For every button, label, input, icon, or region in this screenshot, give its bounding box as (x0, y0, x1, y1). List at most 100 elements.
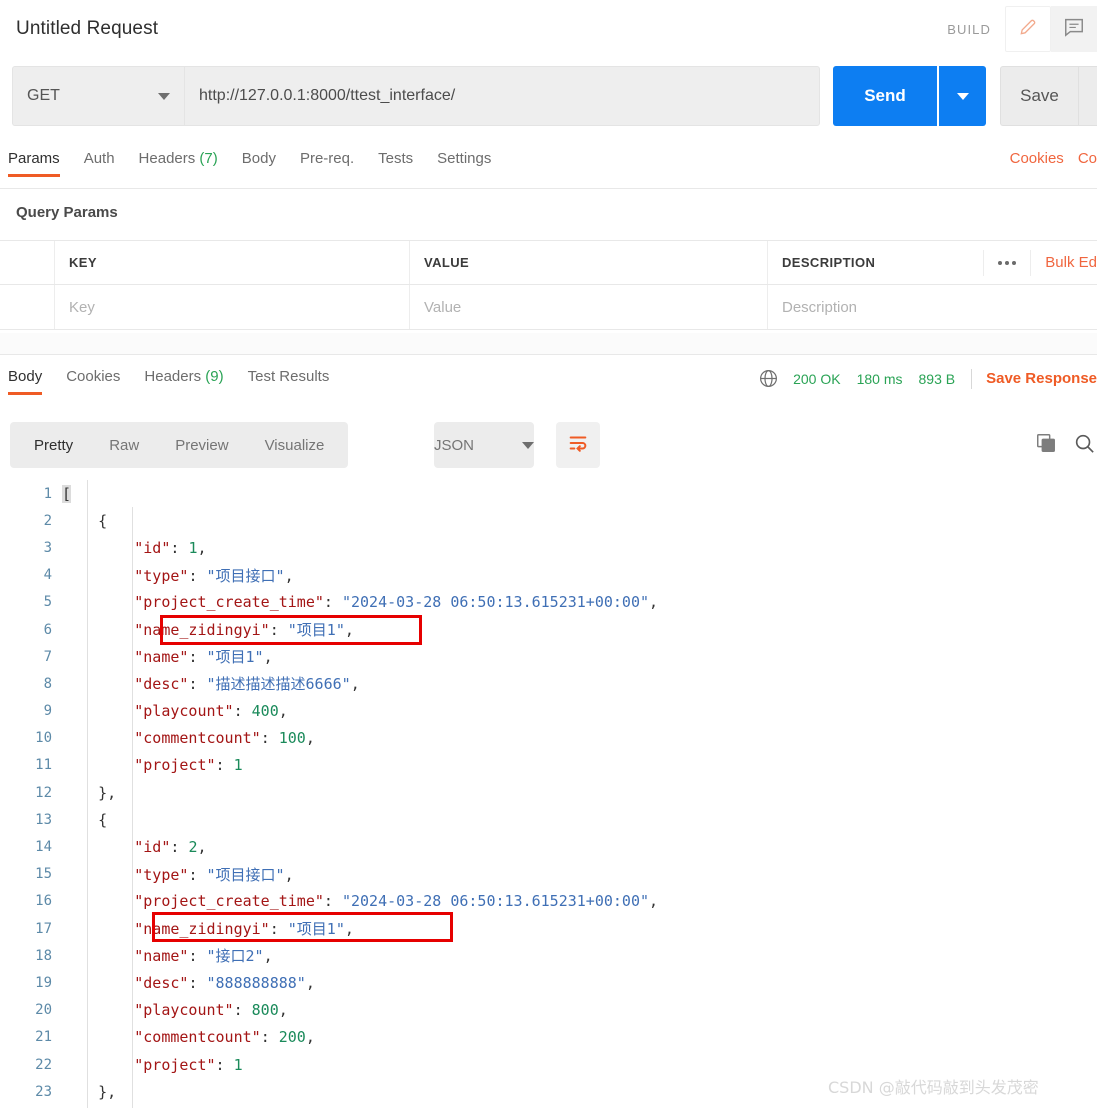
token-str: "项目1" (287, 621, 345, 640)
headers-count-badge: (7) (199, 150, 218, 167)
tab-settings[interactable]: Settings (437, 150, 491, 177)
code-line: 21 "commentcount": 200, (0, 1024, 1097, 1051)
line-number: 7 (43, 648, 52, 665)
token-punct: : (170, 538, 189, 557)
line-content: "project": 1 (62, 1056, 1097, 1074)
tab-label: Body (241, 150, 276, 167)
code-line: 16 "project_create_time": "2024-03-28 06… (0, 888, 1097, 915)
code-line: 14 "id": 2, (0, 833, 1097, 860)
cookies-link[interactable]: Cookies (1010, 150, 1064, 167)
request-tabs-links: Cookies Co (996, 150, 1097, 167)
view-preview[interactable]: Preview (157, 437, 246, 454)
tab-label: Cookies (66, 368, 121, 385)
line-content: { (62, 512, 1097, 530)
token-punct: }, (62, 1082, 117, 1101)
code-link[interactable]: Co (1078, 150, 1097, 167)
indent-guide (132, 507, 133, 1108)
select-all-checkbox-cell[interactable] (0, 241, 55, 284)
build-label: BUILD (947, 21, 991, 37)
save-options-button[interactable] (1078, 66, 1097, 126)
search-icon[interactable] (1073, 432, 1095, 459)
token-punct: , (278, 1001, 288, 1020)
format-selector[interactable]: JSON (434, 422, 534, 468)
line-content: "project": 1 (62, 756, 1097, 774)
response-tab-body[interactable]: Body (8, 368, 43, 395)
line-content: "desc": "描述描述描述6666", (62, 673, 1097, 694)
line-number: 18 (35, 947, 52, 964)
tab-params[interactable]: Params (8, 150, 60, 177)
tab-tests[interactable]: Tests (378, 150, 413, 177)
globe-icon (758, 368, 779, 389)
line-content: [ (62, 484, 1097, 503)
token-key: "name_zidingyi" (62, 621, 270, 640)
bulk-edit-link[interactable]: Bulk Ed (1030, 249, 1097, 276)
token-punct: , (284, 865, 294, 884)
response-tab-test-results[interactable]: Test Results (248, 368, 330, 395)
token-str: "项目接口" (206, 566, 285, 585)
token-punct: : (269, 621, 288, 640)
tab-headers[interactable]: Headers (7) (139, 150, 218, 177)
token-key: "type" (62, 865, 189, 884)
value-input[interactable]: Value (410, 285, 768, 329)
line-content: "name_zidingyi": "项目1", (62, 918, 1097, 939)
chevron-down-icon (522, 441, 534, 449)
view-visualize[interactable]: Visualize (247, 437, 343, 454)
response-body-code[interactable]: 1[2 {3 "id": 1, 4 "type": "项目接口", 5 "proje… (0, 480, 1097, 1108)
view-raw[interactable]: Raw (91, 437, 157, 454)
tab-prerequest[interactable]: Pre-req. (300, 150, 354, 177)
view-pretty[interactable]: Pretty (16, 437, 91, 454)
line-content: "type": "项目接口", (62, 864, 1097, 885)
response-tab-headers[interactable]: Headers (9) (144, 368, 223, 395)
query-params-title: Query Params (16, 204, 118, 221)
line-number: 3 (43, 539, 52, 556)
save-button[interactable]: Save (1000, 66, 1078, 126)
body-view-switcher: Pretty Raw Preview Visualize (10, 422, 349, 468)
token-punct: : (323, 892, 342, 911)
token-punct: , (263, 648, 273, 667)
token-key: "id" (62, 838, 171, 857)
copy-icon[interactable] (1035, 432, 1057, 459)
send-options-button[interactable] (939, 66, 986, 126)
line-content: "id": 2, (62, 838, 1097, 856)
word-wrap-button[interactable] (556, 422, 600, 468)
comment-button[interactable] (1051, 6, 1097, 52)
line-content: "commentcount": 100, (62, 729, 1097, 747)
token-num: 100 (278, 729, 306, 748)
line-content: "playcount": 400, (62, 702, 1097, 720)
line-number: 20 (35, 1002, 52, 1019)
code-line: 19 "desc": "888888888", (0, 969, 1097, 996)
code-line: 13 { (0, 806, 1097, 833)
token-key: "commentcount" (62, 729, 261, 748)
table-header-row: KEY VALUE DESCRIPTION Bulk Ed (0, 240, 1097, 285)
token-punct: : (233, 702, 252, 721)
token-key: "project_create_time" (62, 593, 324, 612)
token-key: "project" (62, 1055, 216, 1074)
save-response-button[interactable]: Save Response (986, 370, 1097, 387)
edit-button[interactable] (1005, 6, 1051, 52)
method-selector[interactable]: GET (12, 66, 184, 126)
line-content: "name_zidingyi": "项目1", (62, 619, 1097, 640)
url-text: http://127.0.0.1:8000/ttest_interface/ (199, 87, 456, 104)
line-content: "commentcount": 200, (62, 1028, 1097, 1046)
row-checkbox-cell[interactable] (0, 285, 55, 329)
response-tab-cookies[interactable]: Cookies (66, 368, 120, 395)
token-punct: , (197, 838, 207, 857)
url-input[interactable]: http://127.0.0.1:8000/ttest_interface/ (184, 66, 820, 126)
send-button[interactable]: Send (833, 66, 937, 126)
more-options-icon[interactable] (983, 249, 1030, 276)
key-input[interactable]: Key (55, 285, 410, 329)
tab-body[interactable]: Body (242, 150, 276, 177)
token-punct: , (649, 593, 659, 612)
description-input[interactable]: Description (768, 285, 1097, 329)
indent-guide (87, 480, 88, 1108)
watermark: CSDN @敲代码敲到头发茂密 (828, 1078, 1039, 1097)
token-key: "project_create_time" (62, 892, 324, 911)
code-line: 12 }, (0, 779, 1097, 806)
token-punct: : (188, 566, 207, 585)
token-num: 400 (251, 702, 279, 721)
token-key: "desc" (62, 973, 189, 992)
query-params-table: KEY VALUE DESCRIPTION Bulk Ed Key Value … (0, 240, 1097, 332)
tab-auth[interactable]: Auth (84, 150, 115, 177)
token-punct: , (305, 973, 315, 992)
table-header-tools: Bulk Ed (983, 240, 1097, 285)
